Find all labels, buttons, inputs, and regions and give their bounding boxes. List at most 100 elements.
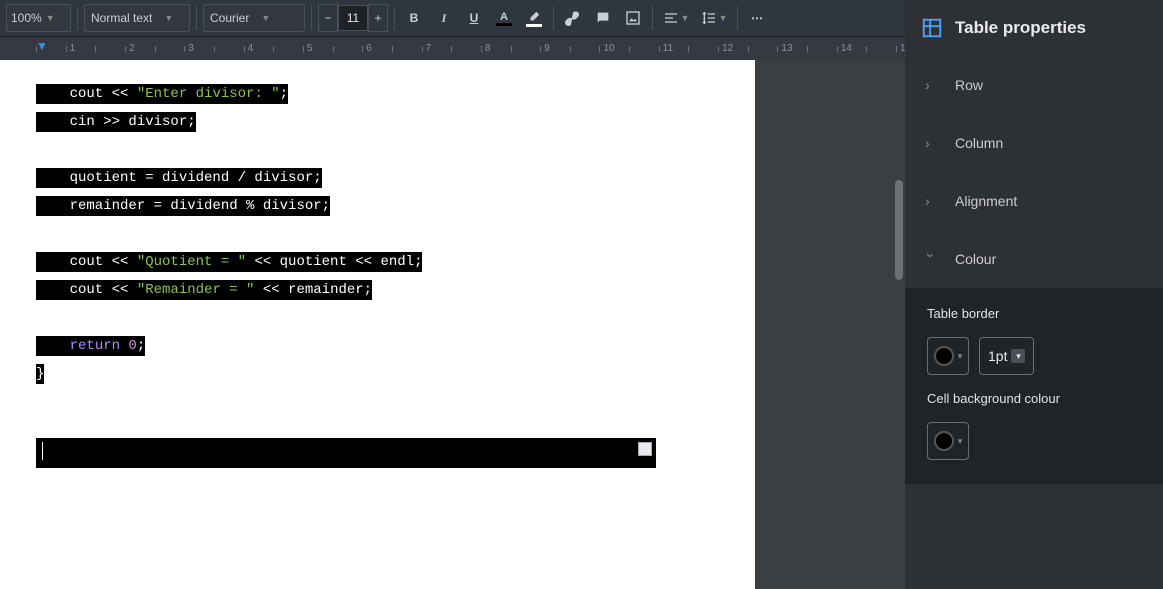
panel-title: Table properties	[955, 18, 1086, 38]
table-icon	[921, 17, 943, 39]
ruler-tick: 12	[718, 44, 748, 54]
column-section[interactable]: › Column	[905, 114, 1163, 172]
style-value: Normal text	[91, 11, 152, 25]
separator	[737, 6, 738, 30]
insert-image-button[interactable]	[620, 5, 646, 31]
chevron-down-icon: ▼	[719, 13, 728, 23]
font-size-decrease-button[interactable]: −	[318, 4, 338, 32]
font-value: Courier	[210, 11, 249, 25]
code-line[interactable]: return 0;	[36, 332, 796, 360]
ruler-tick: 1	[66, 44, 96, 54]
ruler-tick: 4	[244, 44, 274, 54]
code-line[interactable]: cout << "Quotient = " << quotient << end…	[36, 248, 796, 276]
underline-button[interactable]: U	[461, 5, 487, 31]
canvas-background	[755, 60, 905, 589]
colour-section[interactable]: › Colour	[905, 230, 1163, 288]
ruler-tick	[451, 46, 481, 52]
highlighter-icon	[527, 10, 541, 24]
insert-link-button[interactable]	[560, 5, 586, 31]
chevron-down-icon: ▾	[958, 351, 963, 362]
zoom-dropdown[interactable]: 100% ▼	[6, 4, 71, 32]
colour-section-content: Table border ▾ 1pt ▾ Cell background col…	[905, 288, 1163, 484]
font-size-input[interactable]: 11	[338, 5, 368, 31]
align-button[interactable]: ▼	[659, 5, 693, 31]
section-label: Colour	[955, 251, 996, 267]
code-line[interactable]	[36, 220, 796, 248]
code-line[interactable]: quotient = dividend / divisor;	[36, 164, 796, 192]
code-line[interactable]: cin >> divisor;	[36, 108, 796, 136]
more-button[interactable]: ⋯	[744, 5, 770, 31]
ruler-tick	[95, 46, 125, 52]
chevron-right-icon: ›	[925, 135, 937, 151]
font-size-increase-button[interactable]: +	[368, 4, 388, 32]
align-left-icon	[663, 10, 679, 26]
panel-header: Table properties	[905, 0, 1163, 56]
cell-handle[interactable]	[638, 442, 652, 456]
font-dropdown[interactable]: Courier ▼	[203, 4, 305, 32]
separator	[311, 6, 312, 30]
ruler-tick: 9	[540, 44, 570, 54]
link-icon	[565, 10, 581, 26]
add-comment-button[interactable]	[590, 5, 616, 31]
separator	[394, 6, 395, 30]
scrollbar-thumb[interactable]	[895, 180, 903, 280]
alignment-section[interactable]: › Alignment	[905, 172, 1163, 230]
text-color-button[interactable]: A	[491, 5, 517, 31]
ruler-tick: 2	[125, 44, 155, 54]
chevron-right-icon: ›	[925, 193, 937, 209]
ruler-tick	[333, 46, 363, 52]
chevron-down-icon: ▾	[1011, 349, 1025, 363]
chevron-down-icon: ›	[923, 253, 939, 265]
ruler-tick	[748, 46, 778, 52]
section-label: Alignment	[955, 193, 1017, 209]
ruler-tick	[807, 46, 837, 52]
chevron-right-icon: ›	[925, 77, 937, 93]
line-spacing-button[interactable]: ▼	[697, 5, 731, 31]
background-color-picker[interactable]: ▾	[927, 422, 969, 460]
italic-button[interactable]: I	[431, 5, 457, 31]
color-swatch-black	[934, 346, 954, 366]
highlight-color-button[interactable]	[521, 5, 547, 31]
row-section[interactable]: › Row	[905, 56, 1163, 114]
ruler-tick	[214, 46, 244, 52]
ruler-tick: 3	[184, 44, 214, 54]
paragraph-style-dropdown[interactable]: Normal text ▼	[84, 4, 190, 32]
code-line[interactable]: remainder = dividend % divisor;	[36, 192, 796, 220]
cell-background-label: Cell background colour	[927, 391, 1141, 406]
zoom-value: 100%	[11, 11, 42, 25]
chevron-down-icon: ▾	[958, 436, 963, 447]
separator	[652, 6, 653, 30]
ruler-tick: 8	[481, 44, 511, 54]
code-content[interactable]: cout << "Enter divisor: "; cin >> diviso…	[36, 80, 796, 388]
bold-button[interactable]: B	[401, 5, 427, 31]
chevron-down-icon: ▼	[46, 13, 55, 23]
ruler-tick	[688, 46, 718, 52]
ruler-tick	[629, 46, 659, 52]
ruler-tick: 13	[777, 44, 807, 54]
indent-marker-icon[interactable]: ▼	[36, 40, 48, 52]
ruler-tick	[866, 46, 896, 52]
chevron-down-icon: ▼	[164, 13, 173, 23]
code-line[interactable]: cout << "Enter divisor: ";	[36, 80, 796, 108]
section-label: Column	[955, 135, 1003, 151]
code-line[interactable]	[36, 304, 796, 332]
document-page[interactable]: cout << "Enter divisor: "; cin >> diviso…	[0, 60, 796, 589]
ruler-tick: 5	[303, 44, 333, 54]
code-line[interactable]	[36, 136, 796, 164]
separator	[77, 6, 78, 30]
chevron-down-icon: ▼	[261, 13, 270, 23]
ruler-tick	[392, 46, 422, 52]
code-line[interactable]: }	[36, 360, 796, 388]
text-cursor	[42, 442, 43, 460]
ruler-tick	[511, 46, 541, 52]
font-size-stepper: − 11 +	[318, 4, 388, 32]
code-line[interactable]: cout << "Remainder = " << remainder;	[36, 276, 796, 304]
separator	[196, 6, 197, 30]
table-cell[interactable]	[36, 438, 656, 468]
border-color-picker[interactable]: ▾	[927, 337, 969, 375]
ruler-tick: 14	[837, 44, 867, 54]
border-width-dropdown[interactable]: 1pt ▾	[979, 337, 1034, 375]
chevron-down-icon: ▼	[681, 13, 690, 23]
ruler-tick	[155, 46, 185, 52]
line-spacing-icon	[701, 10, 717, 26]
